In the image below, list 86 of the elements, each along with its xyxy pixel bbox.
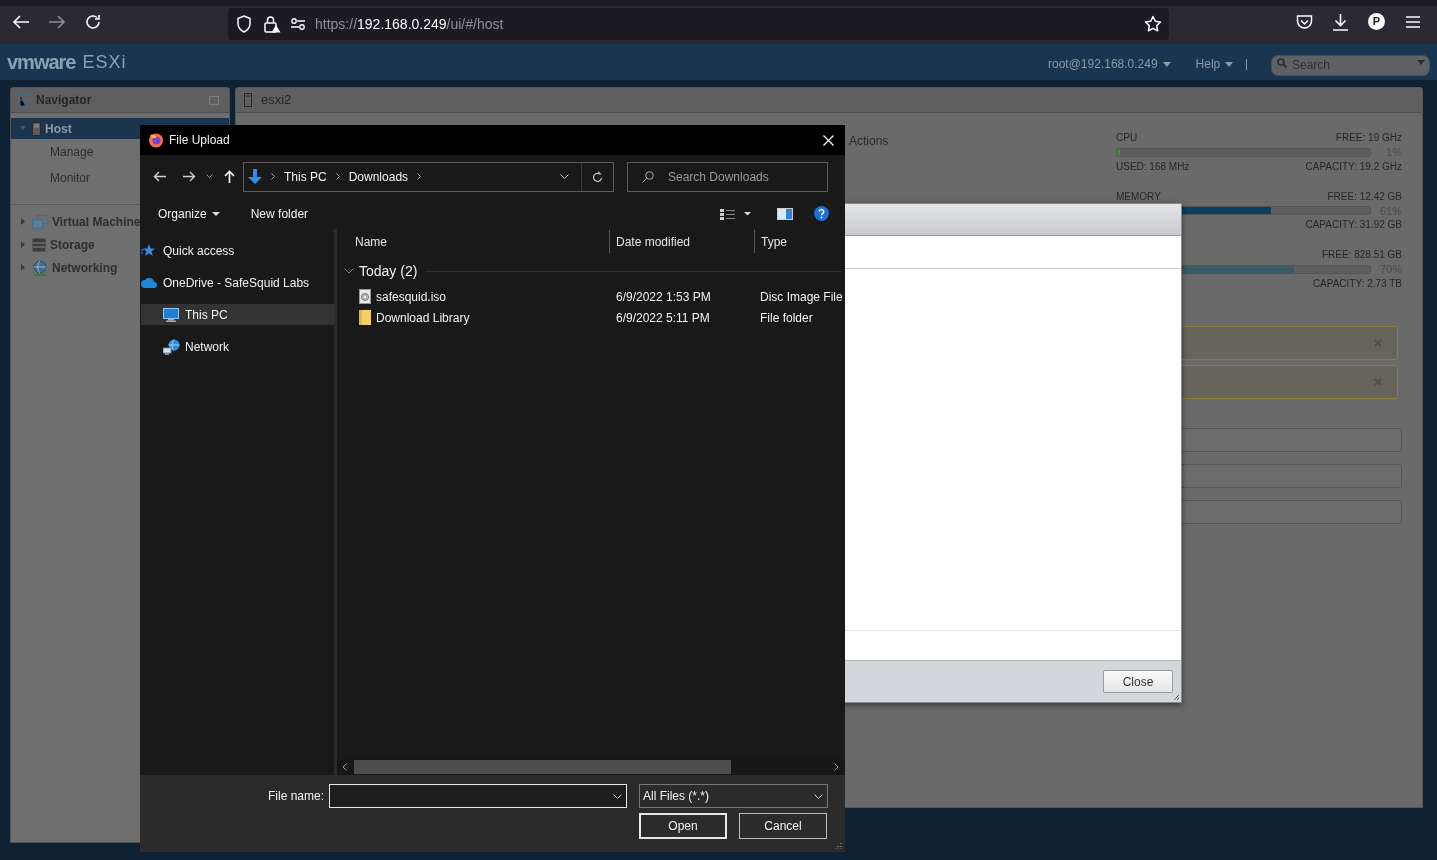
new-folder-button[interactable]: New folder: [250, 204, 309, 223]
column-header[interactable]: Name: [355, 232, 609, 251]
help-icon[interactable]: [814, 206, 829, 221]
scroll-left-icon[interactable]: [342, 762, 347, 771]
disc-file-icon: [359, 289, 371, 304]
shield-icon: [236, 15, 252, 33]
file-type-dropdown[interactable]: All Files (*.*): [639, 784, 828, 808]
file-row[interactable]: safesquid.iso 6/9/2022 1:53 PM Disc Image File: [337, 286, 845, 307]
used-text: USED: 168 MHz: [1116, 160, 1190, 173]
file-name-field[interactable]: [329, 784, 627, 808]
scroll-right-icon[interactable]: [834, 762, 839, 771]
search-icon: [642, 170, 654, 183]
stacked-windows-icon: [32, 214, 48, 229]
product-logo: ESXi: [82, 50, 127, 74]
nav-pane-item[interactable]: This PC: [141, 304, 334, 325]
capacity-text: CAPACITY: 19.2 GHz: [1305, 160, 1402, 173]
resize-grip-icon[interactable]: [835, 842, 842, 849]
preview-pane-icon[interactable]: [777, 207, 793, 220]
chevron-icon: [335, 173, 340, 180]
pocket-icon[interactable]: [1296, 14, 1313, 30]
close-button[interactable]: Close: [1103, 670, 1173, 693]
organize-menu[interactable]: Organize: [158, 204, 220, 223]
reload-icon[interactable]: [84, 13, 102, 31]
network-icon: [163, 338, 180, 355]
database-icon: [32, 237, 46, 252]
computer-icon: [163, 307, 179, 322]
chevron-icon: [417, 173, 422, 180]
server-icon: [32, 121, 41, 136]
lock-warning-icon: [263, 15, 281, 33]
dropdown-icon[interactable]: [613, 793, 622, 799]
globe-icon: [32, 259, 48, 276]
tree-icon: [17, 92, 33, 108]
star-icon: [141, 244, 155, 257]
caret-icon: [211, 211, 220, 216]
up-icon[interactable]: [224, 170, 235, 183]
dropdown-icon[interactable]: [560, 174, 569, 179]
menu-icon[interactable]: [1406, 16, 1420, 28]
server-icon: [244, 93, 252, 107]
stat-label: CPU: [1116, 132, 1138, 144]
chevron-icon: [271, 173, 275, 180]
breadcrumb[interactable]: This PC: [284, 167, 327, 186]
address-field[interactable]: This PC Downloads: [243, 161, 614, 192]
user-menu[interactable]: root@192.168.0.249: [1048, 55, 1171, 73]
breadcrumb[interactable]: Downloads: [348, 167, 409, 186]
search-icon: [1277, 58, 1287, 68]
view-options-icon[interactable]: [719, 207, 751, 220]
search-field[interactable]: Search Downloads: [627, 161, 828, 192]
refresh-icon[interactable]: [592, 170, 603, 183]
caret-icon: [1162, 61, 1171, 67]
free-text: FREE: 12.42 GB: [1327, 190, 1402, 203]
open-button[interactable]: Open: [639, 813, 727, 839]
resize-grip-icon[interactable]: [1174, 695, 1179, 700]
file-row[interactable]: Download Library 6/9/2022 5:11 PM File folder: [337, 307, 845, 328]
help-menu[interactable]: Help: [1195, 55, 1234, 73]
caret-icon: [1225, 61, 1234, 67]
cloud-icon: [141, 277, 157, 288]
panel-title: Navigator: [36, 92, 92, 109]
vmware-logo: vmware: [7, 50, 76, 75]
bookmark-star-icon[interactable]: [1144, 15, 1162, 33]
nav-pane-item[interactable]: Quick access: [141, 240, 334, 261]
folder-icon: [359, 310, 371, 325]
free-text: FREE: 19 GHz: [1335, 132, 1402, 144]
column-header[interactable]: Date modified: [610, 232, 754, 251]
capacity-text: CAPACITY: 31.92 GB: [1305, 219, 1402, 231]
browser-logo-icon: [148, 132, 164, 148]
nav-pane-item[interactable]: Network: [141, 336, 334, 357]
chevron-icon: [344, 268, 354, 274]
stat-label: MEMORY: [1116, 190, 1161, 203]
panel-title: esxi2: [261, 91, 292, 110]
profile-avatar[interactable]: P: [1368, 13, 1385, 30]
dropdown-icon: [814, 793, 823, 799]
url-text: https://192.168.0.249/ui/#/host: [315, 14, 504, 34]
column-header[interactable]: Type: [755, 232, 787, 251]
recent-dropdown-icon[interactable]: [206, 174, 213, 179]
permissions-icon: [290, 18, 306, 30]
group-header[interactable]: Today (2): [337, 260, 845, 282]
free-text: FREE: 828.51 GB: [1321, 249, 1402, 261]
forward-icon[interactable]: [183, 171, 196, 182]
field-label: File name:: [266, 788, 324, 805]
address-bar[interactable]: https://192.168.0.249/ui/#/host: [228, 8, 1169, 40]
download-arrow-icon: [248, 168, 262, 185]
back-icon[interactable]: [153, 171, 166, 182]
download-icon[interactable]: [1332, 13, 1349, 31]
cancel-button[interactable]: Cancel: [739, 813, 827, 839]
nav-pane-item[interactable]: OneDrive - SafeSquid Labs: [141, 272, 334, 293]
capacity-text: CAPACITY: 2.73 TB: [1312, 277, 1402, 290]
